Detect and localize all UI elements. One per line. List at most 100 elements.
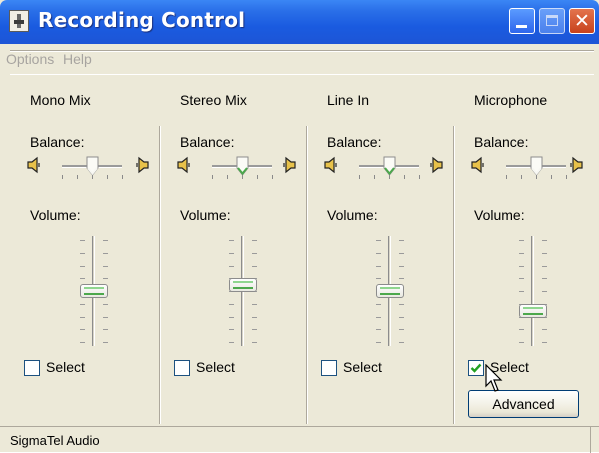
select-label[interactable]: Select	[343, 359, 382, 375]
volume-tick	[376, 342, 381, 343]
select-checkbox[interactable]	[321, 360, 337, 376]
volume-tick	[103, 317, 108, 318]
volume-tick	[376, 278, 381, 279]
volume-tick	[80, 266, 85, 267]
volume-tick	[103, 342, 108, 343]
volume-tick	[542, 240, 547, 241]
balance-slider-thumb[interactable]	[383, 156, 396, 176]
balance-tick	[107, 175, 108, 179]
balance-label: Balance:	[180, 134, 235, 150]
menu-options[interactable]: Options	[6, 51, 54, 67]
select-checkbox[interactable]	[468, 360, 484, 376]
channel-name: Line In	[327, 92, 370, 108]
status-divider	[590, 427, 591, 453]
balance-tick	[77, 175, 78, 179]
menu-bar: Options Help	[0, 44, 599, 72]
mouse-pointer-icon	[485, 363, 507, 394]
volume-tick	[519, 253, 524, 254]
channel-name: Stereo Mix	[180, 92, 247, 108]
speaker-right-icon	[134, 156, 150, 174]
volume-tick	[103, 266, 108, 267]
volume-tick	[252, 253, 257, 254]
channel-strip-mono-mix: Mono Mix Balance: Volume: Select	[10, 74, 160, 424]
volume-tick	[229, 240, 234, 241]
status-device-name: SigmaTel Audio	[10, 433, 100, 448]
balance-tick	[212, 175, 213, 179]
advanced-button[interactable]: Advanced	[468, 390, 579, 418]
volume-tick	[376, 317, 381, 318]
volume-tick	[252, 329, 257, 330]
volume-label: Volume:	[30, 207, 81, 223]
volume-tick	[103, 329, 108, 330]
volume-tick	[376, 240, 381, 241]
volume-tick	[542, 329, 547, 330]
volume-tick	[252, 317, 257, 318]
volume-tick	[80, 240, 85, 241]
volume-tick	[519, 240, 524, 241]
balance-tick	[62, 175, 63, 179]
balance-tick	[521, 175, 522, 179]
balance-tick	[419, 175, 420, 179]
volume-tick	[399, 342, 404, 343]
balance-slider-thumb[interactable]	[236, 156, 249, 176]
balance-tick	[359, 175, 360, 179]
volume-tick	[399, 278, 404, 279]
speaker-left-icon	[323, 156, 339, 174]
volume-tick	[542, 278, 547, 279]
volume-slider-thumb[interactable]	[80, 284, 108, 298]
volume-tick	[376, 266, 381, 267]
maximize-button	[539, 8, 565, 34]
volume-label: Volume:	[180, 207, 231, 223]
volume-tick	[399, 253, 404, 254]
channel-separator	[306, 126, 308, 424]
select-label[interactable]: Select	[196, 359, 235, 375]
volume-slider-thumb[interactable]	[229, 278, 257, 292]
app-mixer-icon[interactable]	[9, 10, 29, 32]
balance-slider-thumb[interactable]	[530, 156, 543, 176]
balance-tick	[374, 175, 375, 179]
volume-tick	[519, 266, 524, 267]
minimize-button[interactable]	[509, 8, 535, 34]
volume-tick	[80, 342, 85, 343]
status-bar: SigmaTel Audio	[0, 426, 599, 453]
balance-tick	[566, 175, 567, 179]
volume-slider-thumb[interactable]	[376, 284, 404, 298]
header-divider	[10, 50, 594, 52]
speaker-left-icon	[470, 156, 486, 174]
balance-tick	[506, 175, 507, 179]
volume-tick	[80, 304, 85, 305]
volume-tick	[519, 278, 524, 279]
title-bar[interactable]: Recording Control ✕	[0, 0, 599, 44]
volume-tick	[80, 253, 85, 254]
volume-tick	[229, 253, 234, 254]
volume-tick	[229, 329, 234, 330]
volume-tick	[252, 240, 257, 241]
select-checkbox[interactable]	[174, 360, 190, 376]
speaker-left-icon	[176, 156, 192, 174]
volume-slider-track[interactable]	[531, 236, 534, 346]
channel-strip-microphone: Microphone Balance: Volume: Select	[454, 74, 594, 424]
maximize-icon	[546, 15, 558, 26]
close-icon: ✕	[574, 10, 590, 32]
speaker-right-icon	[281, 156, 297, 174]
volume-slider-thumb[interactable]	[519, 304, 547, 318]
volume-tick	[103, 253, 108, 254]
speaker-right-icon	[428, 156, 444, 174]
volume-tick	[80, 329, 85, 330]
select-label[interactable]: Select	[46, 359, 85, 375]
volume-tick	[376, 329, 381, 330]
volume-tick	[229, 266, 234, 267]
recording-control-window: Recording Control ✕ Options Help Mono Mi…	[0, 0, 599, 453]
volume-tick	[399, 317, 404, 318]
channel-name: Microphone	[474, 92, 548, 108]
volume-label: Volume:	[327, 207, 378, 223]
volume-tick	[80, 278, 85, 279]
channel-separator	[453, 126, 455, 424]
balance-tick	[551, 175, 552, 179]
close-button[interactable]: ✕	[569, 8, 595, 34]
volume-tick	[399, 329, 404, 330]
balance-slider-thumb[interactable]	[86, 156, 99, 176]
volume-tick	[542, 253, 547, 254]
select-checkbox[interactable]	[24, 360, 40, 376]
menu-help[interactable]: Help	[63, 51, 92, 67]
